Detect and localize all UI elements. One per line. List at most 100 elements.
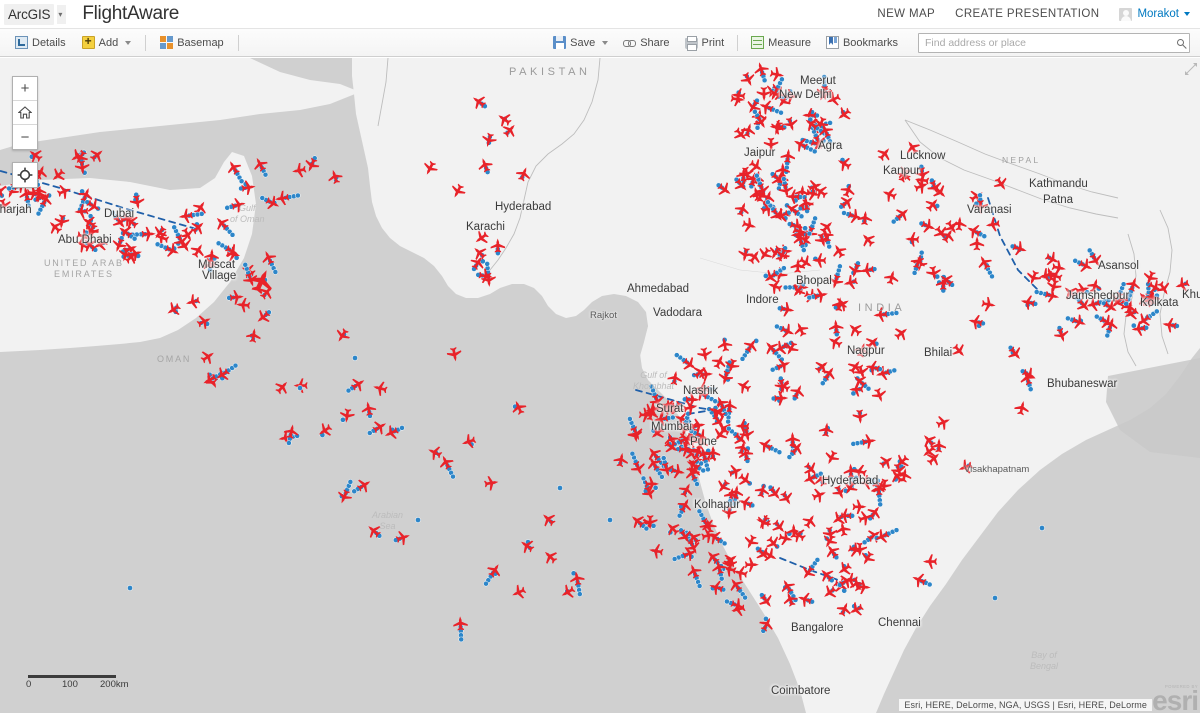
expand-arrows-icon[interactable] xyxy=(1184,62,1198,76)
position-marker[interactable] xyxy=(155,242,160,247)
position-marker[interactable] xyxy=(724,599,729,604)
position-marker[interactable] xyxy=(837,264,842,269)
position-marker[interactable] xyxy=(26,203,31,208)
position-marker[interactable] xyxy=(653,485,658,490)
position-marker[interactable] xyxy=(127,585,132,590)
position-marker[interactable] xyxy=(1034,290,1039,295)
position-marker[interactable] xyxy=(36,211,41,216)
position-marker[interactable] xyxy=(807,231,812,236)
position-marker[interactable] xyxy=(172,225,177,230)
basemap-button[interactable]: Basemap xyxy=(153,33,230,52)
position-marker[interactable] xyxy=(677,513,682,518)
search-icon[interactable] xyxy=(1172,35,1188,51)
user-menu[interactable]: Morakot xyxy=(1119,8,1190,21)
position-marker[interactable] xyxy=(779,110,784,115)
position-marker[interactable] xyxy=(352,489,357,494)
position-marker[interactable] xyxy=(787,455,792,460)
position-marker[interactable] xyxy=(828,139,833,144)
brand-block[interactable]: ArcGIS ▾ xyxy=(0,4,68,25)
position-marker[interactable] xyxy=(1105,333,1110,338)
position-marker[interactable] xyxy=(199,211,204,216)
position-marker[interactable] xyxy=(1073,258,1078,263)
position-marker[interactable] xyxy=(711,387,716,392)
position-marker[interactable] xyxy=(230,232,235,237)
position-marker[interactable] xyxy=(1085,290,1090,295)
position-marker[interactable] xyxy=(828,120,833,125)
position-marker[interactable] xyxy=(670,415,675,420)
save-button[interactable]: Save xyxy=(546,33,615,52)
position-marker[interactable] xyxy=(719,576,724,581)
position-marker[interactable] xyxy=(992,595,997,600)
position-marker[interactable] xyxy=(352,355,357,360)
position-marker[interactable] xyxy=(862,540,867,545)
position-marker[interactable] xyxy=(982,234,987,239)
position-marker[interactable] xyxy=(627,416,632,421)
position-marker[interactable] xyxy=(273,270,278,275)
details-button[interactable]: Details xyxy=(8,33,73,52)
measure-button[interactable]: Measure xyxy=(744,33,818,52)
position-marker[interactable] xyxy=(577,592,582,597)
chevron-down-icon[interactable]: ▾ xyxy=(57,5,66,24)
position-marker[interactable] xyxy=(630,451,635,456)
position-marker[interactable] xyxy=(641,476,646,481)
share-button[interactable]: Share xyxy=(616,33,676,52)
home-button[interactable] xyxy=(13,101,37,125)
position-marker[interactable] xyxy=(927,582,932,587)
position-marker[interactable] xyxy=(644,526,649,531)
position-marker[interactable] xyxy=(813,216,818,221)
position-marker[interactable] xyxy=(340,417,345,422)
position-marker[interactable] xyxy=(132,236,137,241)
position-marker[interactable] xyxy=(1154,309,1159,314)
position-marker[interactable] xyxy=(812,149,817,154)
position-marker[interactable] xyxy=(842,211,847,216)
position-marker[interactable] xyxy=(781,266,786,271)
position-marker[interactable] xyxy=(697,584,702,589)
position-marker[interactable] xyxy=(754,173,759,178)
position-marker[interactable] xyxy=(740,356,745,361)
position-marker[interactable] xyxy=(651,523,656,528)
position-marker[interactable] xyxy=(783,285,788,290)
position-marker[interactable] xyxy=(485,261,490,266)
position-marker[interactable] xyxy=(752,109,757,114)
position-marker[interactable] xyxy=(820,381,825,386)
position-marker[interactable] xyxy=(110,210,115,215)
position-marker[interactable] xyxy=(367,431,372,436)
position-marker[interactable] xyxy=(781,177,786,182)
position-marker[interactable] xyxy=(755,125,760,130)
position-marker[interactable] xyxy=(799,214,804,219)
position-marker[interactable] xyxy=(728,499,733,504)
position-marker[interactable] xyxy=(233,363,238,368)
zoom-out-button[interactable]: − xyxy=(13,125,37,149)
position-marker[interactable] xyxy=(7,186,12,191)
bookmarks-button[interactable]: Bookmarks xyxy=(819,33,905,52)
print-button[interactable]: Print xyxy=(678,34,732,52)
position-marker[interactable] xyxy=(894,311,899,316)
position-marker[interactable] xyxy=(762,78,767,83)
position-marker[interactable] xyxy=(818,471,823,476)
map-canvas[interactable]: PAKISTANMeerutNew DelhiJaipurAgraLucknow… xyxy=(0,58,1200,713)
position-marker[interactable] xyxy=(777,450,782,455)
position-marker[interactable] xyxy=(557,485,562,490)
position-marker[interactable] xyxy=(1039,525,1044,530)
position-marker[interactable] xyxy=(243,262,248,267)
position-marker[interactable] xyxy=(346,388,351,393)
position-marker[interactable] xyxy=(607,517,612,522)
position-marker[interactable] xyxy=(400,425,405,430)
position-marker[interactable] xyxy=(260,196,265,201)
position-marker[interactable] xyxy=(451,474,456,479)
position-marker[interactable] xyxy=(722,541,727,546)
position-marker[interactable] xyxy=(689,429,694,434)
position-marker[interactable] xyxy=(919,250,924,255)
position-marker[interactable] xyxy=(1121,282,1126,287)
position-marker[interactable] xyxy=(1065,316,1070,321)
position-marker[interactable] xyxy=(801,248,806,253)
position-marker[interactable] xyxy=(263,172,268,177)
position-marker[interactable] xyxy=(674,353,679,358)
position-marker[interactable] xyxy=(774,324,779,329)
position-marker[interactable] xyxy=(815,557,820,562)
position-marker[interactable] xyxy=(701,468,706,473)
add-button[interactable]: Add xyxy=(75,33,139,52)
position-marker[interactable] xyxy=(348,479,353,484)
position-marker[interactable] xyxy=(286,441,291,446)
position-marker[interactable] xyxy=(1028,387,1033,392)
